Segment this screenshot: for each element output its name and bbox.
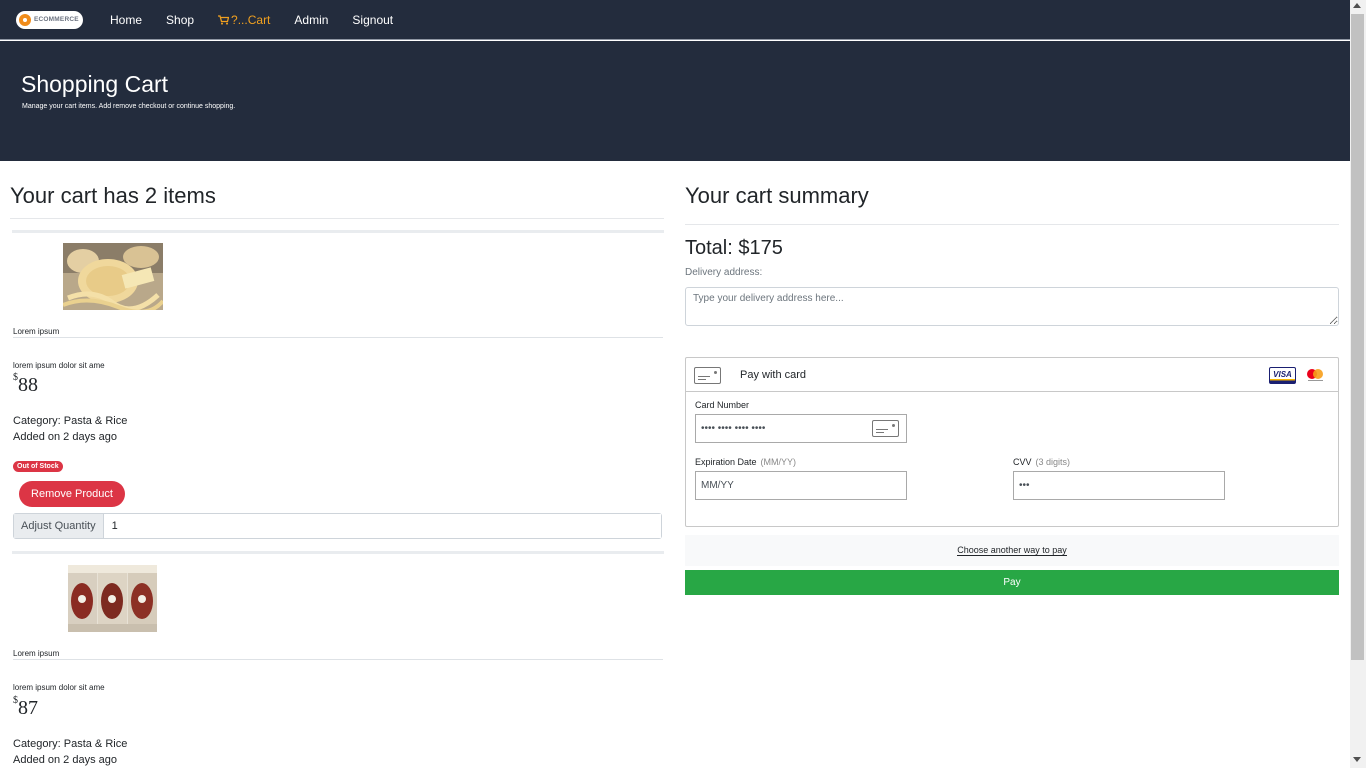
card-number-field[interactable]: •••• •••• •••• ••••: [695, 414, 907, 443]
product-category: Category: Pasta & Rice: [13, 415, 128, 427]
product-description: lorem ipsum dolor sit ame: [13, 361, 105, 370]
product-name: Lorem ipsum: [13, 327, 60, 336]
price-value: 88: [18, 374, 38, 396]
credit-card-icon: [872, 420, 899, 437]
logo-text: ECOMMERCE: [34, 16, 79, 23]
product-category: Category: Pasta & Rice: [13, 738, 128, 750]
divider: [13, 659, 663, 660]
expiration-value: MM/YY: [701, 480, 734, 491]
delivery-address-input[interactable]: [685, 287, 1339, 326]
card-payment-header: Pay with card VISA: [686, 358, 1338, 392]
currency-symbol: $: [13, 695, 18, 706]
top-navbar: ECOMMERCE Home Shop ?...Cart Admin Signo…: [0, 0, 1350, 40]
product-price: $88: [13, 372, 38, 397]
logo-icon: [19, 13, 31, 26]
product-added-date: Added on 2 days ago: [13, 431, 117, 443]
cvv-label: CVV (3 digits): [1013, 457, 1070, 467]
alternate-payment-bar: Choose another way to pay: [685, 535, 1339, 566]
nav-cart[interactable]: ?...Cart: [206, 13, 282, 27]
item-separator: [12, 551, 664, 554]
nav-links: Home Shop ?...Cart Admin Signout: [98, 13, 405, 27]
currency-symbol: $: [13, 372, 18, 383]
scroll-up-arrow-icon[interactable]: [1353, 3, 1361, 8]
cvv-hint: (3 digits): [1035, 457, 1071, 467]
nav-shop[interactable]: Shop: [154, 13, 206, 27]
cart-icon: [218, 14, 230, 25]
pay-button[interactable]: Pay: [685, 570, 1339, 595]
card-number-label: Card Number: [695, 400, 750, 410]
expiration-date-label: Expiration Date (MM/YY): [695, 457, 796, 467]
mastercard-logo-icon: [1305, 368, 1327, 384]
product-added-date: Added on 2 days ago: [13, 754, 117, 766]
scroll-down-arrow-icon[interactable]: [1353, 757, 1361, 762]
quantity-input-group: Adjust Quantity: [13, 513, 662, 539]
nav-home[interactable]: Home: [98, 13, 154, 27]
cart-total: Total: $175: [685, 237, 783, 259]
delivery-address-label: Delivery address:: [685, 267, 763, 278]
card-payment-panel: Pay with card VISA Card Number •••• ••••…: [685, 357, 1339, 527]
quantity-input[interactable]: [103, 514, 661, 538]
product-price: $87: [13, 695, 38, 720]
remove-product-button[interactable]: Remove Product: [19, 481, 125, 507]
choose-another-payment-link[interactable]: Choose another way to pay: [957, 545, 1067, 556]
visa-text: VISA: [1273, 370, 1292, 379]
page-subtitle: Manage your cart items. Add remove check…: [22, 103, 236, 110]
page-title: Shopping Cart: [21, 71, 169, 97]
price-value: 87: [18, 697, 38, 719]
divider: [13, 337, 663, 338]
nav-signout[interactable]: Signout: [340, 13, 405, 27]
divider: [685, 224, 1339, 225]
scrollbar-thumb[interactable]: [1351, 14, 1364, 660]
item-separator: [12, 230, 664, 233]
credit-card-icon: [694, 367, 721, 384]
nav-cart-label: ?...Cart: [231, 12, 271, 27]
page-hero: Shopping Cart Manage your cart items. Ad…: [0, 41, 1350, 161]
product-image[interactable]: [68, 565, 157, 632]
nav-admin[interactable]: Admin: [282, 13, 340, 27]
product-name: Lorem ipsum: [13, 649, 60, 658]
divider: [10, 218, 664, 219]
brand-logo[interactable]: ECOMMERCE: [16, 10, 83, 29]
expiration-date-field[interactable]: MM/YY: [695, 471, 907, 500]
stock-status-badge: Out of Stock: [13, 461, 63, 472]
product-image[interactable]: [63, 243, 163, 310]
cart-heading: Your cart has 2 items: [10, 183, 216, 208]
cvv-label-text: CVV: [1013, 457, 1032, 467]
pay-with-card-label: Pay with card: [740, 369, 807, 381]
expiration-hint: (MM/YY): [760, 457, 797, 467]
summary-heading: Your cart summary: [685, 183, 869, 208]
cvv-value: •••: [1019, 480, 1030, 491]
visa-logo-icon: VISA: [1269, 367, 1296, 384]
expiration-label-text: Expiration Date: [695, 457, 757, 467]
cvv-field[interactable]: •••: [1013, 471, 1225, 500]
quantity-label: Adjust Quantity: [14, 514, 104, 538]
card-number-value: •••• •••• •••• ••••: [701, 423, 766, 434]
product-description: lorem ipsum dolor sit ame: [13, 683, 105, 692]
